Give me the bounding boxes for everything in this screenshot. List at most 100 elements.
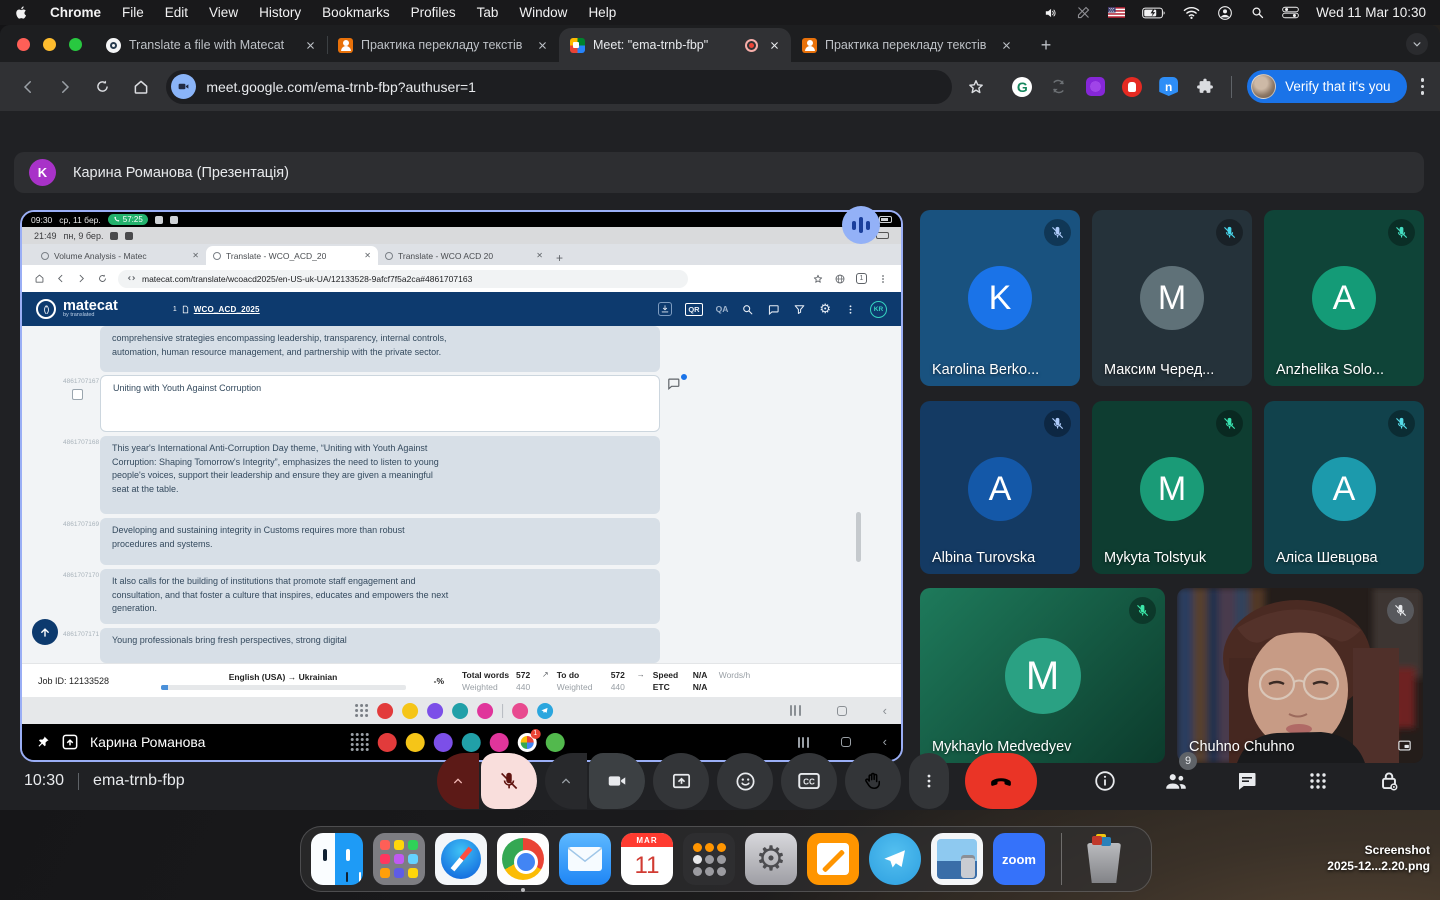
app-icon[interactable] (377, 733, 396, 752)
tab-search-button[interactable] (1406, 33, 1428, 55)
presenting-banner[interactable]: K Карина Романова (Презентація) (14, 152, 1424, 193)
spotlight-search-icon[interactable] (1250, 5, 1265, 20)
menu-view[interactable]: View (209, 5, 238, 20)
qr-button[interactable]: QR (685, 303, 702, 316)
safari-dock-icon[interactable] (435, 833, 487, 885)
external-link-icon[interactable]: ↗ (542, 670, 549, 679)
input-source-us-flag-icon[interactable] (1108, 7, 1125, 18)
inner-home-button[interactable] (34, 273, 45, 284)
zoom-dock-icon[interactable]: zoom (993, 833, 1045, 885)
preview-dock-icon[interactable] (931, 833, 983, 885)
app-icon[interactable] (477, 703, 493, 719)
menu-file[interactable]: File (122, 5, 144, 20)
finder-dock-icon[interactable] (311, 833, 363, 885)
back-button[interactable] (16, 75, 40, 99)
menu-bookmarks[interactable]: Bookmarks (322, 5, 390, 20)
home-button[interactable] (129, 75, 153, 99)
menu-edit[interactable]: Edit (165, 5, 188, 20)
app-icon[interactable] (433, 733, 452, 752)
control-center-icon[interactable] (1282, 6, 1299, 19)
meeting-details-button[interactable] (1082, 758, 1128, 804)
volume-icon[interactable] (1042, 6, 1059, 20)
telegram-icon[interactable] (537, 703, 553, 719)
grammarly-extension-icon[interactable]: G (1011, 76, 1033, 98)
minimize-window-button[interactable] (43, 38, 56, 51)
address-bar[interactable]: meet.google.com/ema-trnb-fbp?authuser=1 (166, 70, 952, 104)
participant-tile[interactable]: A Аліса Шевцова (1264, 401, 1424, 574)
camera-button-group[interactable] (545, 753, 645, 809)
new-tab-button[interactable]: + (1033, 32, 1059, 58)
inner-tab-translate-2[interactable]: Translate - WCO ACD 20 ✕ (378, 246, 550, 265)
tab-matecat[interactable]: Translate a file with Matecat (95, 28, 327, 62)
translate-extension-icon[interactable] (1048, 76, 1070, 98)
menu-profiles[interactable]: Profiles (411, 5, 456, 20)
close-tab-icon[interactable]: ✕ (364, 251, 371, 260)
download-icon[interactable] (658, 302, 672, 316)
back-nav-icon[interactable]: ‹ (883, 737, 887, 747)
chrome-dock-icon[interactable] (497, 833, 549, 885)
home-nav-icon[interactable] (841, 737, 851, 747)
app-icon[interactable] (405, 733, 424, 752)
menu-tab[interactable]: Tab (477, 5, 499, 20)
sidecar-disabled-icon[interactable] (1076, 5, 1091, 20)
inner-tab-volume-analysis[interactable]: Volume Analysis - Matec ✕ (34, 246, 206, 265)
tab-meet-active[interactable]: Meet: "ema-trnb-fbp" (559, 28, 791, 62)
recents-nav-icon[interactable] (798, 737, 809, 748)
matecat-logo[interactable]: (ʹ) matecat by translated (36, 299, 118, 319)
settings-gear-icon[interactable]: ⚙ (819, 301, 831, 317)
inner-menu-icon[interactable] (877, 273, 889, 285)
purple-extension-icon[interactable] (1085, 76, 1107, 98)
participant-tile[interactable]: M Максим Черед... (1092, 210, 1252, 386)
present-button[interactable] (653, 753, 709, 809)
participant-video-tile[interactable]: Chuhno Chuhno (1177, 588, 1423, 763)
arrow-icon[interactable]: → (637, 670, 645, 679)
tab-praktyka-1[interactable]: Практика перекладу текстів (327, 28, 559, 62)
participant-tile[interactable]: A Anzhelika Solo... (1264, 210, 1424, 386)
back-nav-icon[interactable]: ‹ (883, 706, 887, 716)
app-icon[interactable] (512, 703, 528, 719)
host-controls-button[interactable] (1366, 758, 1412, 804)
close-tab-icon[interactable]: ✕ (192, 251, 199, 260)
meet-camera-site-icon[interactable] (171, 74, 196, 99)
calculator-dock-icon[interactable] (683, 833, 735, 885)
inner-reload-button[interactable] (97, 273, 108, 284)
inner-new-tab-button[interactable]: + (556, 251, 563, 265)
extensions-puzzle-icon[interactable] (1195, 76, 1217, 98)
trash-dock-icon[interactable] (1078, 833, 1130, 885)
app-icon[interactable] (427, 703, 443, 719)
verify-profile-button[interactable]: Verify that it's you (1247, 70, 1406, 103)
inner-tab-translate-active[interactable]: Translate - WCO_ACD_20 ✕ (206, 246, 378, 265)
mic-muted-button[interactable] (481, 753, 537, 809)
raise-hand-button[interactable] (845, 753, 901, 809)
adblock-extension-icon[interactable] (1121, 76, 1143, 98)
inner-address-bar[interactable]: matecat.com/translate/wcoacd2025/en-US-u… (118, 270, 688, 288)
matecat-file-name[interactable]: WCO_ACD_2025 (194, 305, 260, 314)
filter-icon[interactable] (793, 303, 806, 316)
comments-icon[interactable] (767, 303, 780, 316)
camera-on-button[interactable] (589, 753, 645, 809)
close-window-button[interactable] (17, 38, 30, 51)
segment-row-active[interactable]: Uniting with Youth Against Corruption (100, 375, 660, 432)
url-text[interactable]: meet.google.com/ema-trnb-fbp?authuser=1 (206, 79, 476, 95)
app-icon[interactable] (452, 703, 468, 719)
participant-tile[interactable]: M Mykyta Tolstyuk (1092, 401, 1252, 574)
google-photos-icon[interactable]: 1 (517, 733, 536, 752)
ongoing-call-pill[interactable]: 57:25 (108, 214, 148, 225)
inner-tab-count-button[interactable]: 1 (856, 273, 867, 284)
chat-button[interactable] (1224, 758, 1270, 804)
pages-dock-icon[interactable] (807, 833, 859, 885)
calendar-dock-icon[interactable]: MAR 11 (621, 833, 673, 885)
mail-dock-icon[interactable] (559, 833, 611, 885)
menu-history[interactable]: History (259, 5, 301, 20)
captions-button[interactable]: CC (781, 753, 837, 809)
search-icon[interactable] (741, 303, 754, 316)
forward-button[interactable] (54, 75, 78, 99)
inner-translate-icon[interactable] (834, 273, 846, 285)
matecat-current-file[interactable]: 1 WCO_ACD_2025 (173, 304, 260, 315)
battery-icon[interactable] (1142, 7, 1166, 19)
more-options-button[interactable] (909, 753, 949, 809)
language-pair[interactable]: English (USA) → Ukrainian (229, 672, 338, 682)
inner-back-button[interactable] (55, 273, 66, 284)
qa-button[interactable]: QA (716, 304, 729, 314)
activities-button[interactable] (1295, 758, 1341, 804)
